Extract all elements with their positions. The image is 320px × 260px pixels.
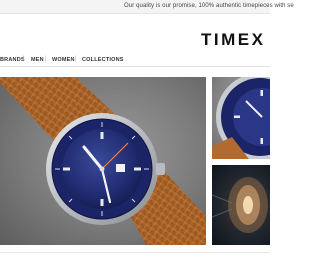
watch-illustration [0,77,206,245]
date-window [116,164,125,172]
nav-item-men[interactable]: MEN [31,57,44,63]
crown-closeup-image[interactable] [212,165,270,245]
watch-hero-image[interactable] [0,77,206,245]
closeup-illustration [212,77,270,159]
nav-item-women[interactable]: WOMEN [52,57,75,63]
promo-text: Our quality is our promise, 100% authent… [124,3,294,9]
nav-separator: | [75,56,77,62]
crown-illustration [212,177,268,233]
promo-bar: Our quality is our promise, 100% authent… [0,0,294,14]
nav-item-collections[interactable]: COLLECTIONS [82,57,124,63]
nav-separator: | [45,56,47,62]
watch-crown [156,163,165,175]
main-nav: BRANDS | MEN | WOMEN | COLLECTIONS [0,53,270,67]
divider [0,252,270,253]
nav-item-brands[interactable]: BRANDS [0,57,25,63]
watch-closeup-image[interactable] [212,77,270,159]
nav-separator: | [23,56,25,62]
brand-logo[interactable]: TIMEX [201,30,265,50]
